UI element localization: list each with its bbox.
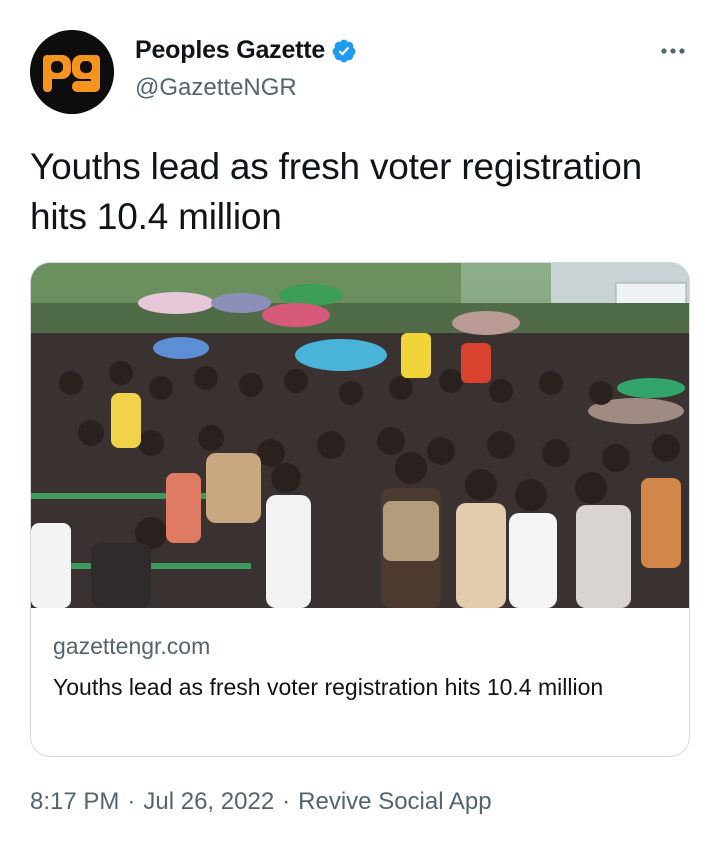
tweet-source[interactable]: Revive Social App [298, 788, 491, 816]
verified-badge-icon [332, 39, 356, 62]
more-options-button[interactable] [656, 34, 690, 68]
separator: · [127, 788, 136, 815]
card-domain: gazettengr.com [53, 633, 211, 659]
tweet-metadata: 8:17 PM · Jul 26, 2022 · Revive Social A… [30, 788, 492, 816]
peoples-gazette-logo [30, 30, 114, 114]
display-name[interactable]: Peoples Gazette [135, 36, 325, 65]
tweet-date[interactable]: Jul 26, 2022 [143, 788, 274, 816]
separator: · [282, 788, 291, 815]
card-title[interactable]: Youths lead as fresh voter registration … [53, 671, 653, 704]
link-card[interactable]: gazettengr.com Youths lead as fresh vote… [30, 262, 690, 757]
avatar[interactable] [30, 30, 114, 114]
card-image[interactable] [31, 263, 689, 608]
handle[interactable]: @GazetteNGR [135, 74, 297, 102]
tweet-text: Youths lead as fresh voter registration … [30, 146, 642, 237]
tweet[interactable]: Peoples Gazette @GazetteNGR Youths lead … [0, 0, 720, 842]
tweet-time[interactable]: 8:17 PM [30, 788, 119, 816]
crowd-photo [31, 263, 689, 608]
more-horizontal-icon [661, 48, 685, 54]
